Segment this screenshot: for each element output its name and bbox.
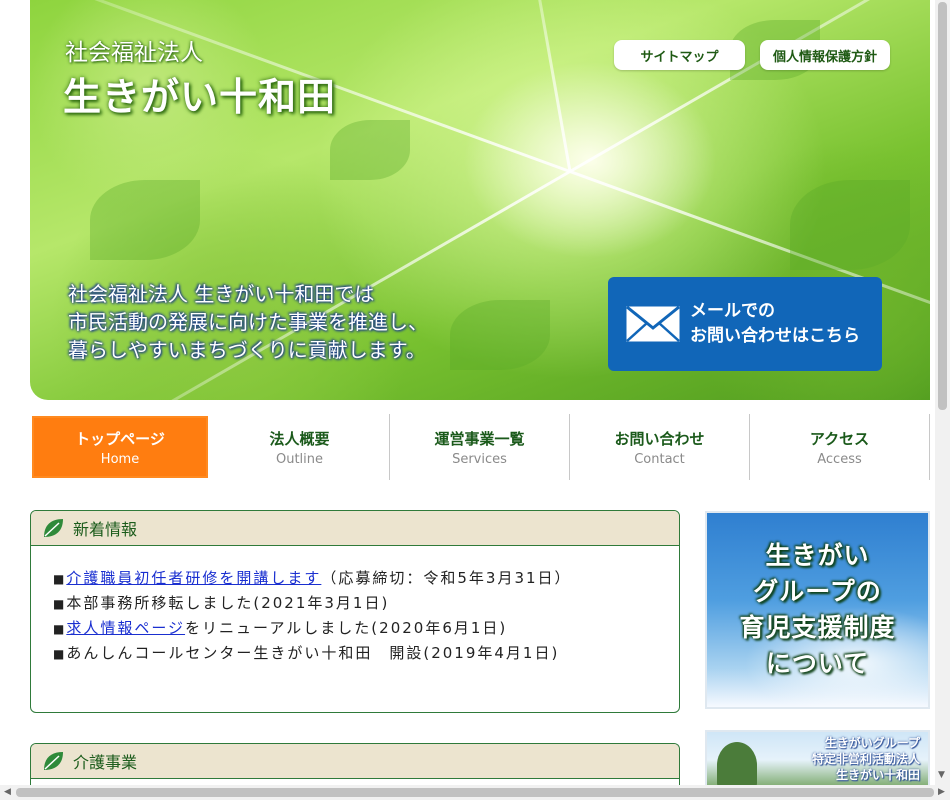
leaf-decoration — [330, 120, 410, 180]
banner-line: 特定非営利活動法人 — [811, 752, 920, 766]
npo-banner-text: 生きがいグループ 特定非営利活動法人 生きがい十和田 — [812, 735, 920, 783]
nav-label-en: Access — [817, 451, 862, 467]
nav-label-en: Contact — [634, 451, 685, 467]
sitemap-button[interactable]: サイトマップ — [614, 40, 745, 70]
tagline-line: 社会福祉法人 生きがい十和田では — [68, 282, 375, 306]
news-link-training[interactable]: 介護職員初任者研修を開講します — [66, 569, 321, 587]
privacy-policy-button[interactable]: 個人情報保護方針 — [760, 40, 890, 70]
npo-banner[interactable]: 生きがいグループ 特定非営利活動法人 生きがい十和田 — [705, 730, 930, 790]
nav-home[interactable]: トップページ Home — [30, 414, 210, 480]
news-item: ■ 本部事務所移転しました(2021年3月1日) — [53, 591, 679, 616]
banner-line: 生きがい — [765, 541, 870, 570]
news-text: 本部事務所移転しました(2021年3月1日) — [66, 594, 390, 612]
leaf-decoration — [450, 300, 550, 370]
nav-access[interactable]: アクセス Access — [750, 414, 930, 480]
mail-contact-button[interactable]: メールでの お問い合わせはこちら — [608, 277, 882, 371]
news-text: をリニューアルしました(2020年6月1日) — [185, 619, 508, 637]
banner-line: グループの — [753, 577, 882, 606]
vertical-scroll-thumb[interactable] — [938, 2, 947, 410]
vertical-scrollbar[interactable]: ▼ — [935, 0, 950, 785]
tree-decoration — [717, 742, 757, 788]
scroll-left-arrow-icon[interactable]: ◀ — [4, 787, 11, 797]
tagline-line: 暮らしやすいまちづくりに貢献します。 — [68, 338, 426, 362]
scroll-right-arrow-icon[interactable]: ▶ — [938, 787, 945, 797]
news-text: （応募締切：令和5年3月31日） — [321, 569, 572, 587]
main-nav: トップページ Home 法人概要 Outline 運営事業一覧 Services… — [30, 414, 930, 480]
nav-label-jp: アクセス — [809, 429, 870, 448]
bullet-icon: ■ — [53, 597, 65, 611]
bullet-icon: ■ — [53, 622, 65, 636]
news-item: ■ 求人情報ページをリニューアルしました(2020年6月1日) — [53, 616, 679, 641]
nav-label-en: Services — [452, 451, 507, 467]
scroll-down-arrow-icon[interactable]: ▼ — [938, 770, 945, 780]
childcare-support-banner[interactable]: 生きがい グループの 育児支援制度 について — [705, 511, 930, 709]
banner-line: について — [765, 649, 870, 678]
mail-button-text: メールでの お問い合わせはこちら — [690, 299, 860, 349]
care-title: 介護事業 — [73, 753, 138, 772]
nav-contact[interactable]: お問い合わせ Contact — [570, 414, 750, 480]
bullet-icon: ■ — [53, 647, 65, 661]
nav-services[interactable]: 運営事業一覧 Services — [390, 414, 570, 480]
news-panel: 新着情報 ■ 介護職員初任者研修を開講します（応募締切：令和5年3月31日） ■ 本… — [30, 510, 680, 713]
nav-label-jp: 運営事業一覧 — [434, 429, 525, 448]
light-ray — [516, 0, 572, 172]
banner-line: 育児支援制度 — [739, 613, 896, 642]
news-list: ■ 介護職員初任者研修を開講します（応募締切：令和5年3月31日） ■ 本部事務所移… — [31, 546, 679, 666]
news-text: あんしんコールセンター生きがい十和田 開設(2019年4月1日) — [66, 644, 560, 662]
header-banner: 社会福祉法人 生きがい十和田 サイトマップ 個人情報保護方針 社会福祉法人 生き… — [30, 0, 930, 400]
news-link-recruit[interactable]: 求人情報ページ — [66, 619, 185, 637]
leaf-decoration — [90, 180, 200, 260]
news-item: ■ あんしんコールセンター生きがい十和田 開設(2019年4月1日) — [53, 641, 679, 666]
org-type: 社会福祉法人 — [65, 40, 203, 66]
tagline: 社会福祉法人 生きがい十和田では 市民活動の発展に向けた事業を推進し、 暮らしや… — [68, 280, 428, 364]
leaf-icon — [44, 519, 63, 537]
nav-label-jp: お問い合わせ — [614, 429, 705, 448]
banner-line: 生きがい十和田 — [835, 768, 920, 782]
bullet-icon: ■ — [53, 572, 65, 586]
horizontal-scroll-thumb[interactable] — [16, 788, 934, 797]
news-item: ■ 介護職員初任者研修を開講します（応募締切：令和5年3月31日） — [53, 566, 679, 591]
banner-line: 生きがいグループ — [824, 736, 920, 750]
news-panel-header: 新着情報 — [31, 511, 679, 546]
nav-label-jp: 法人概要 — [269, 429, 330, 448]
leaf-decoration — [790, 180, 910, 270]
news-title: 新着情報 — [73, 520, 138, 539]
horizontal-scrollbar[interactable]: ◀ ▶ — [0, 785, 950, 800]
leaf-icon — [44, 752, 63, 770]
nav-label-jp: トップページ — [75, 429, 165, 448]
mail-button-line: お問い合わせはこちら — [690, 326, 860, 346]
mail-button-line: メールでの — [690, 301, 775, 321]
nav-outline[interactable]: 法人概要 Outline — [210, 414, 390, 480]
envelope-icon — [626, 306, 680, 342]
nav-label-en: Outline — [275, 451, 324, 467]
site-logo-title[interactable]: 生きがい十和田 — [63, 66, 336, 121]
nav-label-en: Home — [100, 451, 140, 467]
care-panel-header: 介護事業 — [31, 744, 679, 779]
tagline-line: 市民活動の発展に向けた事業を推進し、 — [68, 310, 428, 334]
